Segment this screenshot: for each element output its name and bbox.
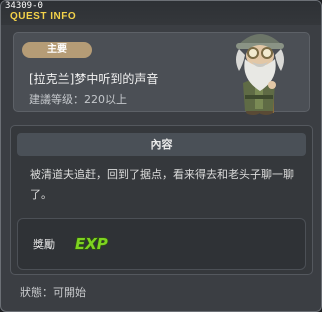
exp-icon-text: EXP xyxy=(75,235,108,253)
reward-box: 獎勵 EXP xyxy=(17,218,306,270)
quest-description: 被清道夫追赶，回到了据点，看来得去和老头子聊一聊了。 xyxy=(30,168,294,201)
quest-name: [拉克兰]梦中听到的声音 xyxy=(29,72,159,86)
quest-status: 狀態：可開始 xyxy=(20,286,86,299)
reward-label: 獎勵 xyxy=(33,238,55,251)
quest-code: 34309-0 xyxy=(5,1,43,11)
title-bar[interactable]: 34309-0 QUEST INFO xyxy=(1,1,321,25)
exp-icon[interactable]: EXP xyxy=(73,232,113,254)
content-panel: 內容 被清道夫追赶，回到了据点，看来得去和老头子聊一聊了。 獎勵 EXP xyxy=(10,125,313,275)
window-title: QUEST INFO xyxy=(10,11,77,22)
category-badge: 主要 xyxy=(22,42,92,58)
quest-info-window: 34309-0 QUEST INFO 主要 [拉克兰]梦中听到的声音 建議等级：… xyxy=(0,0,322,312)
npc-portrait-icon xyxy=(236,34,284,115)
quest-level-requirement: 建議等级：220以上 xyxy=(29,93,127,106)
content-header: 內容 xyxy=(17,133,306,156)
